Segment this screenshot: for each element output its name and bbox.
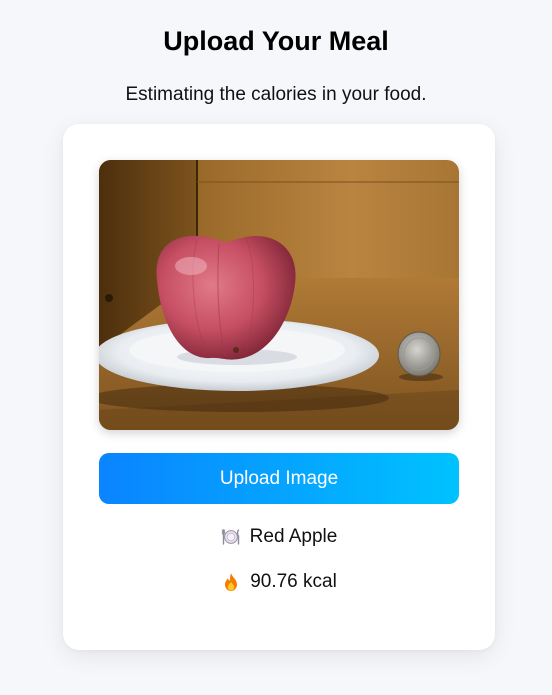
fire-icon (221, 572, 241, 592)
calorie-value: 90.76 kcal (250, 571, 337, 592)
upload-card: Upload Image Red Apple 90.76 kcal (63, 124, 495, 650)
food-name: Red Apple (249, 526, 338, 547)
calorie-result: 90.76 kcal (63, 571, 495, 593)
upload-image-button[interactable]: Upload Image (99, 453, 459, 504)
page-title: Upload Your Meal (163, 26, 389, 56)
upload-meal-page: Upload Your Meal Estimating the calories… (0, 0, 552, 695)
meal-photo (99, 160, 459, 430)
plate-with-cutlery-icon (221, 527, 241, 547)
page-subtitle: Estimating the calories in your food. (125, 84, 427, 105)
food-result: Red Apple (63, 526, 495, 548)
